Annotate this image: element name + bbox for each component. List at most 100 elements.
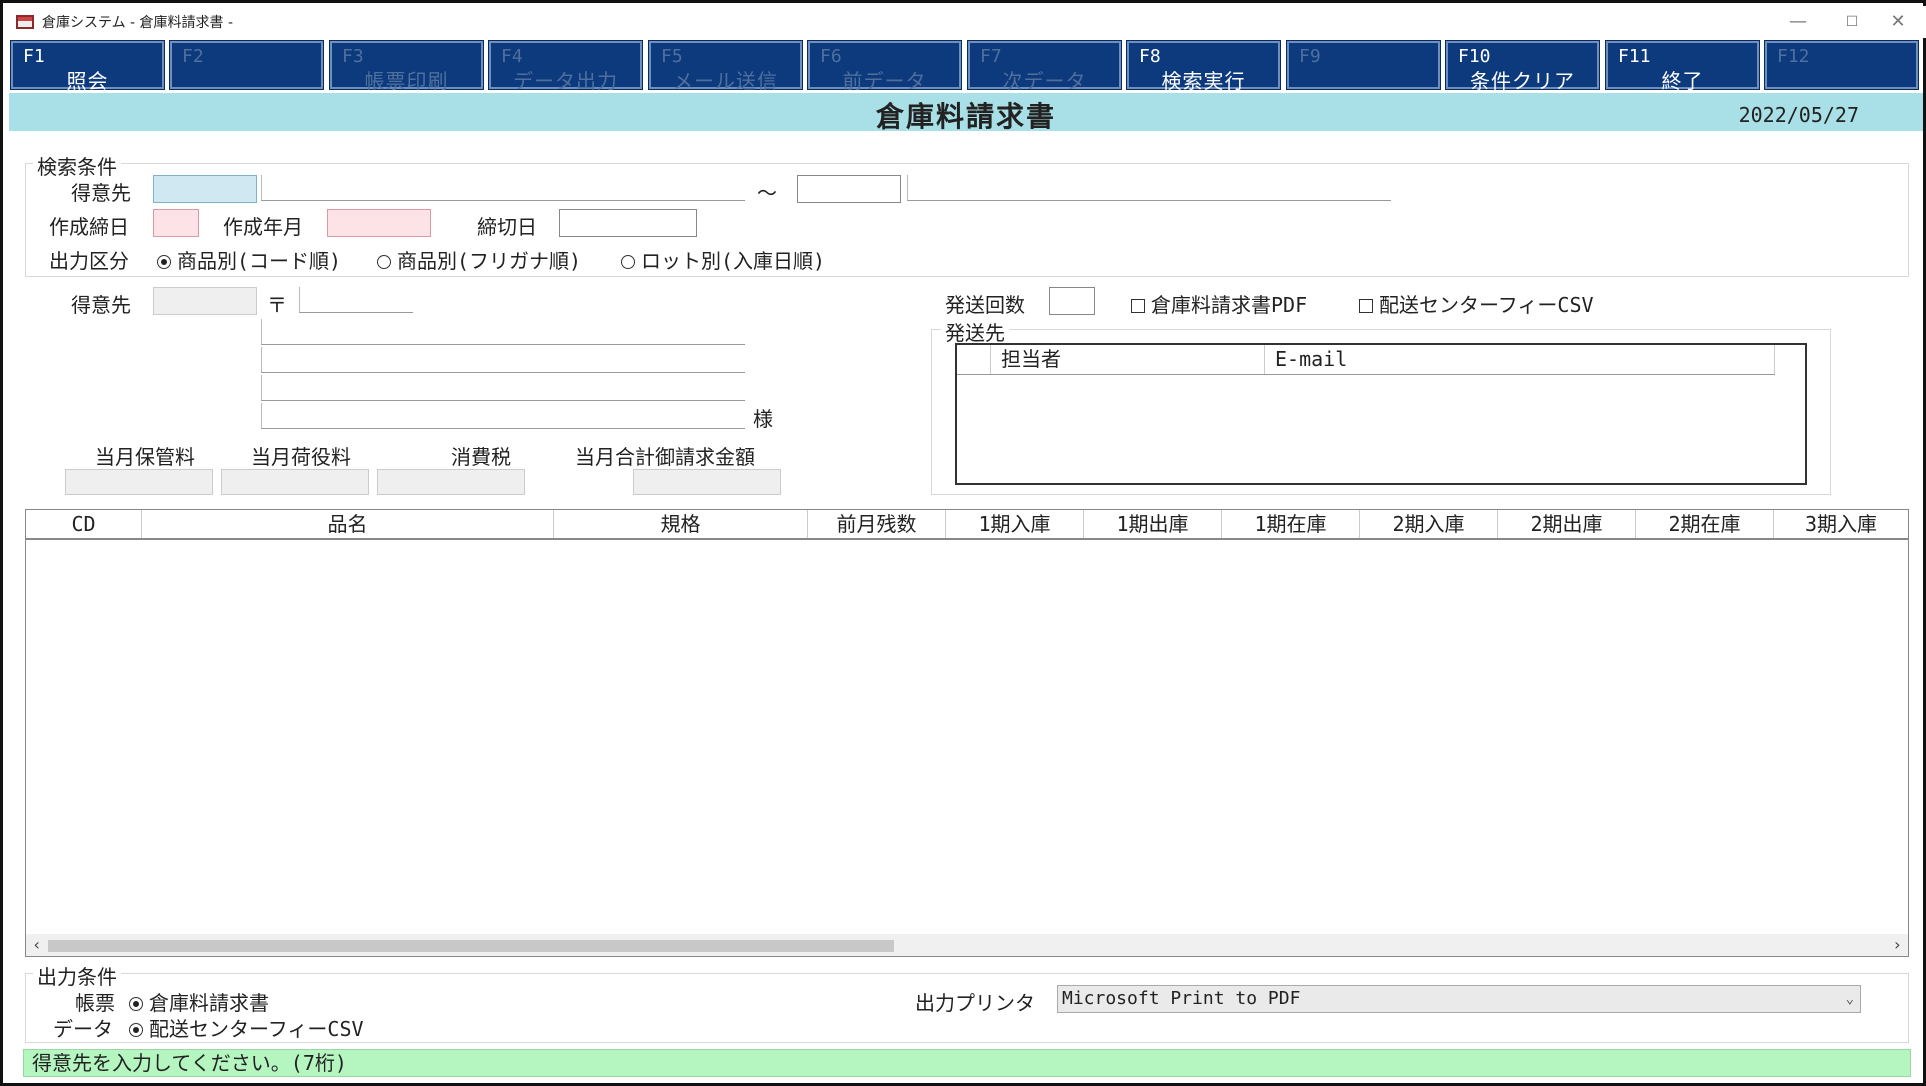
radio-selected-icon [129,997,143,1011]
grid-header: CD 品名 規格 前月残数 1期入庫 1期出庫 1期在庫 2期入庫 2期出庫 2… [26,510,1908,540]
address-line-2 [261,347,745,373]
maximize-button[interactable]: ☐ [1832,8,1872,36]
title-bar: 倉庫システム - 倉庫料請求書 - — ☐ ✕ [6,6,1926,38]
storage-fee-field [65,469,213,495]
cutoff-date-label: 締切日 [477,215,537,239]
column-spec[interactable]: 規格 [554,510,808,538]
page-title: 倉庫料請求書 [875,100,1056,133]
printer-select[interactable]: Microsoft Print to PDF ⌄ [1057,985,1861,1013]
option-by-product-code[interactable]: 商品別(コード順) [157,245,341,274]
fkey-label: 前データ [842,69,927,93]
column-p2-out[interactable]: 2期出庫 [1498,510,1636,538]
close-day-input[interactable] [153,209,199,237]
total-amount-field [633,469,781,495]
address-line-1 [261,319,745,345]
close-button[interactable]: ✕ [1878,8,1918,36]
current-date: 2022/05/27 [1738,103,1859,127]
pdf-checkbox[interactable]: 倉庫料請求書PDF [1131,289,1307,318]
cutoff-date-input[interactable] [559,209,697,237]
column-product-name[interactable]: 品名 [142,510,554,538]
app-icon [16,15,34,29]
chevron-down-icon: ⌄ [1845,991,1854,1007]
send-destination-list[interactable]: 担当者 E-mail [955,343,1807,485]
detail-grid[interactable]: CD 品名 規格 前月残数 1期入庫 1期出庫 1期在庫 2期入庫 2期出庫 2… [25,509,1909,957]
f7-next-data-button[interactable]: F7 次データ [967,40,1122,93]
column-p2-in[interactable]: 2期入庫 [1360,510,1498,538]
f4-data-output-button[interactable]: F4 データ出力 [488,40,643,93]
option-by-product-kana[interactable]: 商品別(フリガナ順) [377,245,581,274]
column-email: E-mail [1265,345,1775,374]
option-label: 商品別(コード順) [177,249,342,273]
f1-inquiry-button[interactable]: F1 照会 [10,40,165,93]
customer-name-to-field [907,175,1391,201]
pdf-checkbox-label: 倉庫料請求書PDF [1151,293,1308,317]
f12-button[interactable]: F12 [1764,40,1919,90]
f6-prev-data-button[interactable]: F6 前データ [807,40,962,93]
fkey-code: F4 [501,46,523,67]
customer-code-from-input[interactable] [153,175,257,203]
close-day-label: 作成締日 [49,215,129,239]
report-label: 帳票 [75,991,115,1015]
column-p1-in[interactable]: 1期入庫 [946,510,1084,538]
radio-unselected-icon [621,255,635,269]
csv-checkbox[interactable]: 配送センターフィーCSV [1359,289,1594,318]
range-tilde: 〜 [757,181,777,205]
radio-selected-icon [129,1023,143,1037]
horizontal-scrollbar[interactable]: ‹ › [26,934,1908,956]
send-count-input[interactable] [1049,287,1095,315]
minimize-button[interactable]: — [1778,8,1818,36]
column-prev-balance[interactable]: 前月残数 [808,510,946,538]
data-label: データ [53,1017,113,1041]
checkbox-icon [1359,299,1373,313]
output-conditions-label: 出力条件 [33,961,121,990]
column-p2-stock[interactable]: 2期在庫 [1636,510,1774,538]
data-option[interactable]: 配送センターフィーCSV [129,1013,364,1042]
status-message-bar: 得意先を入力してください。(7桁) [23,1049,1911,1077]
fkey-code: F11 [1618,46,1651,67]
tax-field [377,469,525,495]
customer-name-field [261,403,745,429]
f8-search-button[interactable]: F8 検索実行 [1126,40,1281,93]
f2-button[interactable]: F2 [169,40,324,90]
column-person: 担当者 [991,345,1265,374]
send-count-label: 発送回数 [945,293,1025,317]
column-cd[interactable]: CD [26,510,142,538]
fkey-label: 検索実行 [1161,69,1246,93]
option-by-lot[interactable]: ロット別(入庫日順) [621,245,825,274]
customer-name-from-field [261,175,745,201]
fkey-label: 帳票印刷 [364,69,449,93]
radio-selected-icon [157,255,171,269]
function-key-bar: F1 照会 F2 F3 帳票印刷 F4 データ出力 F5 メール送信 F6 前データ F7… [10,40,1921,93]
year-month-label: 作成年月 [223,215,303,239]
scroll-right-icon[interactable]: › [1892,934,1902,956]
fkey-label: 照会 [66,69,109,93]
tax-label: 消費税 [451,445,511,469]
fkey-code: F7 [980,46,1002,67]
fkey-code: F3 [342,46,364,67]
f11-exit-button[interactable]: F11 終了 [1605,40,1760,93]
handling-fee-field [221,469,369,495]
printer-selected-value: Microsoft Print to PDF [1062,988,1301,1009]
column-p1-out[interactable]: 1期出庫 [1084,510,1222,538]
f5-send-mail-button[interactable]: F5 メール送信 [648,40,803,93]
column-p1-stock[interactable]: 1期在庫 [1222,510,1360,538]
year-month-input[interactable] [327,209,431,237]
fkey-code: F9 [1299,46,1321,67]
f3-print-report-button[interactable]: F3 帳票印刷 [329,40,484,93]
scrollbar-thumb[interactable] [48,940,894,952]
customer-code-to-input[interactable] [797,175,901,203]
page-header: 倉庫料請求書 2022/05/27 [9,93,1923,133]
postal-code-field [299,287,413,313]
option-label: ロット別(入庫日順) [641,249,826,273]
f9-button[interactable]: F9 [1286,40,1441,90]
radio-unselected-icon [377,255,391,269]
scroll-left-icon[interactable]: ‹ [32,934,42,956]
f10-clear-conditions-button[interactable]: F10 条件クリア [1445,40,1600,93]
csv-checkbox-label: 配送センターフィーCSV [1379,293,1594,317]
send-destination-label: 発送先 [941,317,1009,346]
output-kind-label: 出力区分 [49,249,129,273]
report-option[interactable]: 倉庫料請求書 [129,987,269,1016]
postal-mark: 〒 [267,293,287,317]
column-p3-in[interactable]: 3期入庫 [1774,510,1908,538]
customer-code-field [153,287,257,315]
